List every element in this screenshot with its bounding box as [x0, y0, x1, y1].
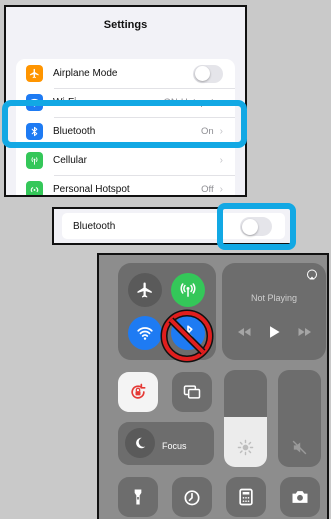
media-controls: [222, 325, 326, 339]
focus-button[interactable]: Focus: [118, 422, 214, 465]
row-label: Cellular: [53, 155, 87, 166]
prohibited-icon: [160, 309, 214, 363]
now-playing-tile: Not Playing: [222, 263, 326, 360]
row-label: Airplane Mode: [53, 68, 118, 79]
focus-label: Focus: [162, 441, 187, 451]
volume-slider[interactable]: [278, 370, 321, 467]
fast-forward-icon[interactable]: [298, 327, 312, 337]
control-center: Not Playing Focus: [97, 253, 329, 519]
brightness-icon: [237, 439, 254, 456]
row-personal-hotspot[interactable]: Personal Hotspot Off ›: [16, 175, 235, 195]
calculator-button[interactable]: [226, 477, 266, 517]
screen-mirroring-button[interactable]: [172, 372, 212, 412]
cellular-icon: [180, 283, 196, 297]
camera-button[interactable]: [280, 477, 320, 517]
orientation-lock-button[interactable]: [118, 372, 158, 412]
row-label: Personal Hotspot: [53, 184, 130, 195]
row-airplane-mode[interactable]: Airplane Mode: [16, 59, 235, 88]
settings-title: Settings: [103, 19, 148, 31]
airplane-toggle[interactable]: [193, 64, 223, 83]
rewind-icon[interactable]: [237, 327, 251, 337]
camera-icon: [292, 491, 308, 503]
timer-icon: [184, 490, 200, 506]
timer-button[interactable]: [172, 477, 212, 517]
bluetooth-label: Bluetooth: [73, 220, 116, 232]
flashlight-icon: [134, 489, 142, 505]
focus-moon-badge: [125, 428, 155, 458]
calculator-icon: [239, 488, 253, 506]
wifi-icon: [137, 327, 153, 340]
airplane-icon: [26, 65, 43, 82]
moon-icon: [136, 437, 146, 449]
chevron-right-icon: ›: [219, 155, 223, 166]
airplay-icon[interactable]: [306, 269, 318, 281]
airplane-mode-button[interactable]: [128, 273, 162, 307]
row-cellular[interactable]: Cellular ›: [16, 146, 235, 175]
airplane-icon: [137, 282, 152, 298]
bluetooth-row-highlight: [2, 100, 247, 148]
cellular-data-button[interactable]: [171, 273, 205, 307]
cellular-icon: [26, 152, 43, 169]
flashlight-button[interactable]: [118, 477, 158, 517]
orientation-lock-icon: [131, 383, 146, 399]
now-playing-label: Not Playing: [250, 293, 298, 303]
chevron-right-icon: ›: [219, 184, 223, 195]
play-icon[interactable]: [268, 325, 281, 339]
hotspot-icon: [26, 181, 43, 195]
wifi-button[interactable]: [128, 316, 162, 350]
speaker-muted-icon: [292, 440, 307, 455]
bluetooth-toggle[interactable]: [240, 217, 272, 236]
brightness-slider[interactable]: [224, 370, 267, 467]
row-value: Off: [201, 184, 214, 195]
screen-mirroring-icon: [183, 385, 201, 399]
